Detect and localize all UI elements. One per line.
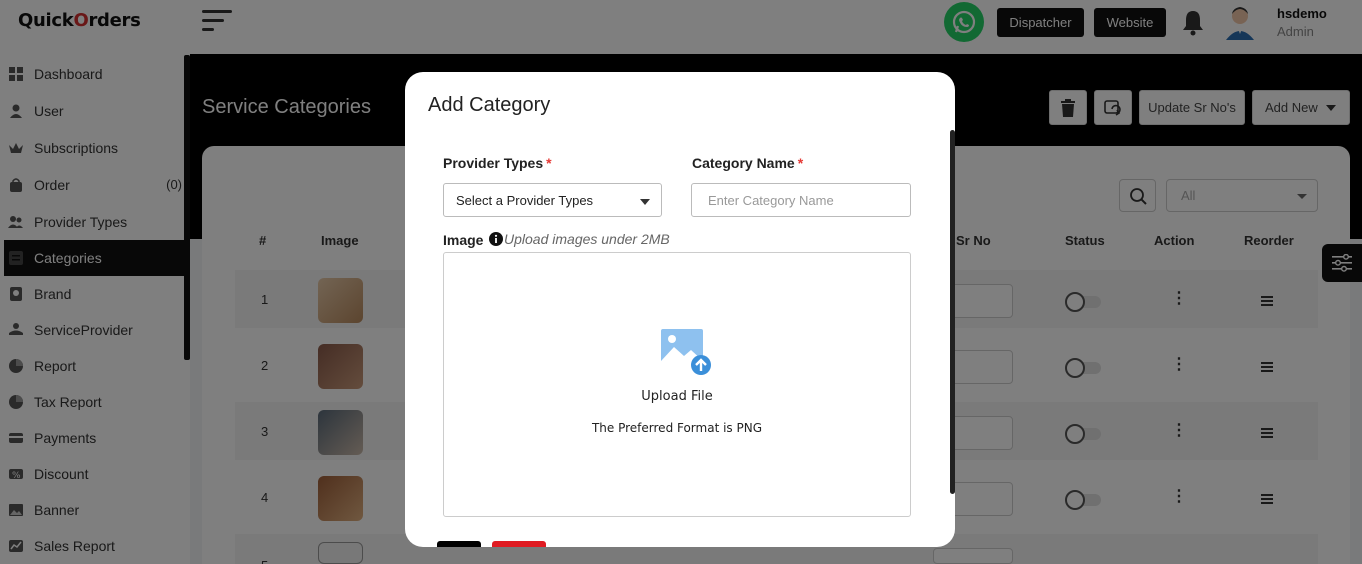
cancel-button[interactable] [492, 541, 546, 547]
provider-types-label: Provider Types * [443, 155, 552, 171]
image-upload-dropzone[interactable]: Upload File The Preferred Format is PNG [443, 252, 911, 517]
image-label: Image [443, 232, 484, 248]
modal-title: Add Category [428, 94, 551, 116]
image-size-hint: Upload images under 2MB [504, 231, 670, 247]
required-asterisk: * [546, 155, 552, 171]
category-name-input[interactable] [691, 183, 911, 217]
info-icon[interactable] [489, 232, 503, 251]
category-name-label: Category Name * [692, 155, 803, 171]
preferred-format-text: The Preferred Format is PNG [591, 421, 763, 435]
upload-file-label: Upload File [641, 389, 713, 404]
required-asterisk: * [797, 155, 804, 171]
save-button[interactable] [437, 541, 481, 547]
provider-types-label-text: Provider Types [443, 155, 544, 171]
add-category-modal: Add Category Provider Types * Select a Pr… [405, 72, 955, 547]
provider-types-select[interactable]: Select a Provider Types [443, 183, 662, 217]
category-name-label-text: Category Name [692, 155, 795, 171]
provider-types-value: Select a Provider Types [456, 192, 594, 208]
upload-image-icon [660, 328, 712, 381]
chevron-down-icon [640, 199, 650, 205]
modal-scrollbar[interactable] [950, 130, 955, 494]
